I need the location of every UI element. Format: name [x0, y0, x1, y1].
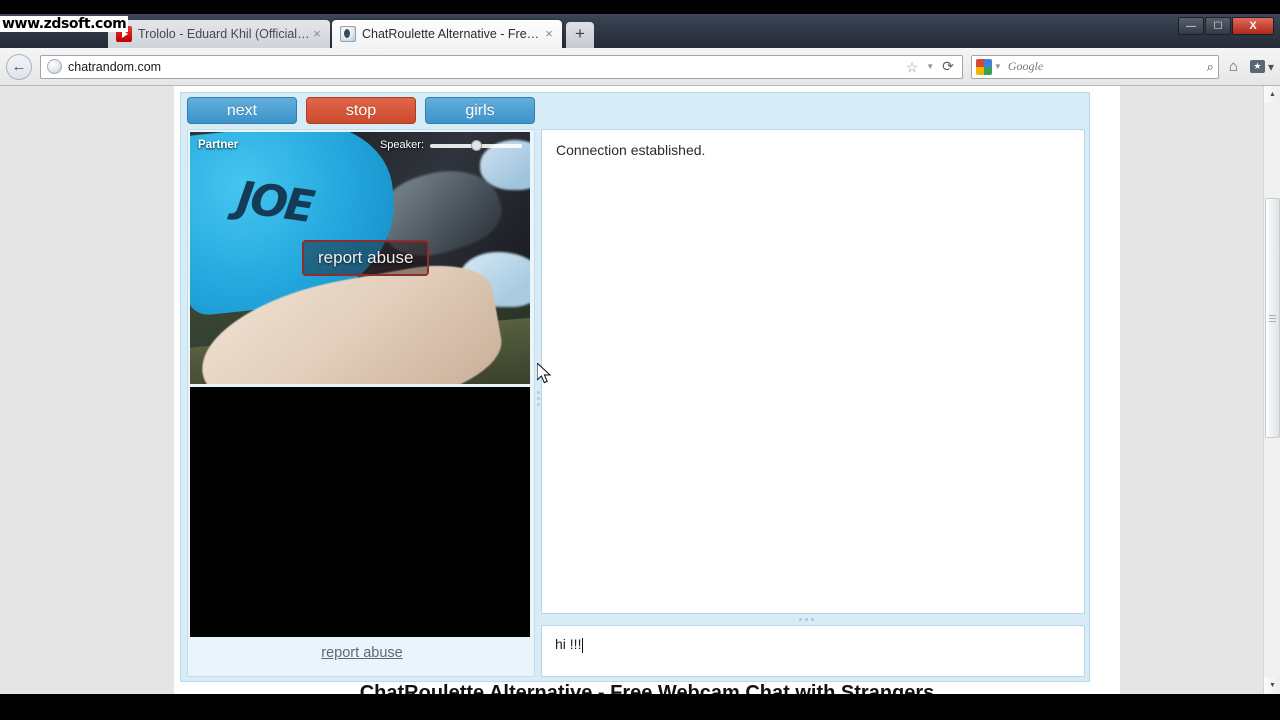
scroll-down-icon[interactable]: ▼ [1264, 677, 1280, 694]
window-controls: — ☐ X [1177, 17, 1274, 35]
close-button[interactable]: X [1232, 17, 1274, 35]
search-box[interactable]: ▼ Google ⌕ [970, 54, 1219, 79]
chat-message-input[interactable]: hi !!! [541, 625, 1085, 677]
bookmark-star-icon[interactable]: ☆ [906, 60, 919, 74]
video-column: JOE Partner Speaker: report abuse report… [187, 129, 540, 677]
address-bar-icons: ☆ ▼ ⟳ [906, 58, 958, 75]
vertical-scrollbar[interactable]: ▲ ▼ [1263, 86, 1280, 694]
chat-resize-handle[interactable] [799, 618, 814, 621]
chat-log: Connection established. [541, 129, 1085, 614]
partner-label: Partner [198, 139, 239, 151]
address-input[interactable]: chatrandom.com [68, 60, 906, 74]
stop-button[interactable]: stop [306, 97, 416, 124]
tab-title: ChatRoulette Alternative - Free Webc... [362, 27, 542, 41]
favorites-star-icon: ★ [1249, 60, 1265, 73]
recorder-watermark: www.zdsoft.com [0, 16, 129, 32]
chat-log-message: Connection established. [556, 142, 706, 158]
minimize-button[interactable]: — [1178, 17, 1204, 35]
report-abuse-link[interactable]: report abuse [188, 645, 536, 661]
page-heading: ChatRoulette Alternative - Free Webcam C… [359, 682, 935, 694]
search-engine-chevron-icon[interactable]: ▼ [994, 62, 1002, 71]
chevron-down-icon: ▾ [1267, 59, 1274, 74]
scroll-up-icon[interactable]: ▲ [1264, 86, 1280, 103]
volume-slider[interactable] [430, 139, 522, 151]
text-cursor [582, 638, 584, 653]
scrollbar-thumb[interactable] [1265, 198, 1280, 438]
site-globe-icon [47, 59, 62, 74]
new-tab-button[interactable]: + [566, 22, 594, 48]
scrollbar-grip-icon [1269, 314, 1276, 322]
girls-button[interactable]: girls [425, 97, 535, 124]
partner-video[interactable]: JOE Partner Speaker: report abuse [190, 132, 530, 384]
restore-button[interactable]: ☐ [1205, 17, 1231, 35]
favorites-button[interactable]: ★ ▾ [1249, 59, 1274, 74]
volume-slider-handle[interactable] [471, 140, 483, 151]
home-icon[interactable]: ⌂ [1229, 58, 1238, 75]
tab-close-icon[interactable]: × [542, 27, 556, 41]
chat-controls: next stop girls [187, 97, 535, 124]
tab-strip: Trololo - Eduard Khil (Official Video) .… [0, 14, 1280, 48]
next-button[interactable]: next [187, 97, 297, 124]
report-abuse-overlay-button[interactable]: report abuse [302, 240, 430, 276]
self-video[interactable] [190, 387, 530, 637]
tab-title: Trololo - Eduard Khil (Official Video) .… [138, 27, 310, 41]
page-viewport: next stop girls JOE Partner Speaker: rep… [0, 86, 1280, 694]
navigation-bar: ← chatrandom.com ☆ ▼ ⟳ ▼ Google ⌕ ⌂ ★ ▾ [0, 48, 1280, 86]
globe-icon [340, 26, 356, 42]
tab-close-icon[interactable]: × [310, 27, 324, 41]
reload-icon[interactable]: ⟳ [942, 58, 954, 75]
google-icon [975, 58, 992, 75]
chevron-down-icon[interactable]: ▼ [926, 62, 934, 71]
speaker-volume-control[interactable]: Speaker: [380, 139, 522, 151]
screen: Trololo - Eduard Khil (Official Video) .… [0, 0, 1280, 720]
browser-window: Trololo - Eduard Khil (Official Video) .… [0, 14, 1280, 694]
page-content: next stop girls JOE Partner Speaker: rep… [174, 86, 1120, 694]
search-input[interactable]: Google [1002, 59, 1207, 74]
address-bar[interactable]: chatrandom.com ☆ ▼ ⟳ [40, 54, 963, 79]
tab-trololo[interactable]: Trololo - Eduard Khil (Official Video) .… [108, 20, 330, 48]
mouse-cursor [537, 363, 552, 384]
chat-column: Connection established. hi !!! [541, 129, 1085, 677]
tab-chatroulette[interactable]: ChatRoulette Alternative - Free Webc... … [332, 20, 562, 48]
speaker-label: Speaker: [379, 139, 424, 151]
search-icon[interactable]: ⌕ [1207, 59, 1214, 75]
chat-input-value: hi !!! [555, 636, 582, 652]
chat-app: next stop girls JOE Partner Speaker: rep… [180, 92, 1090, 682]
back-arrow-icon[interactable]: ← [6, 53, 32, 80]
